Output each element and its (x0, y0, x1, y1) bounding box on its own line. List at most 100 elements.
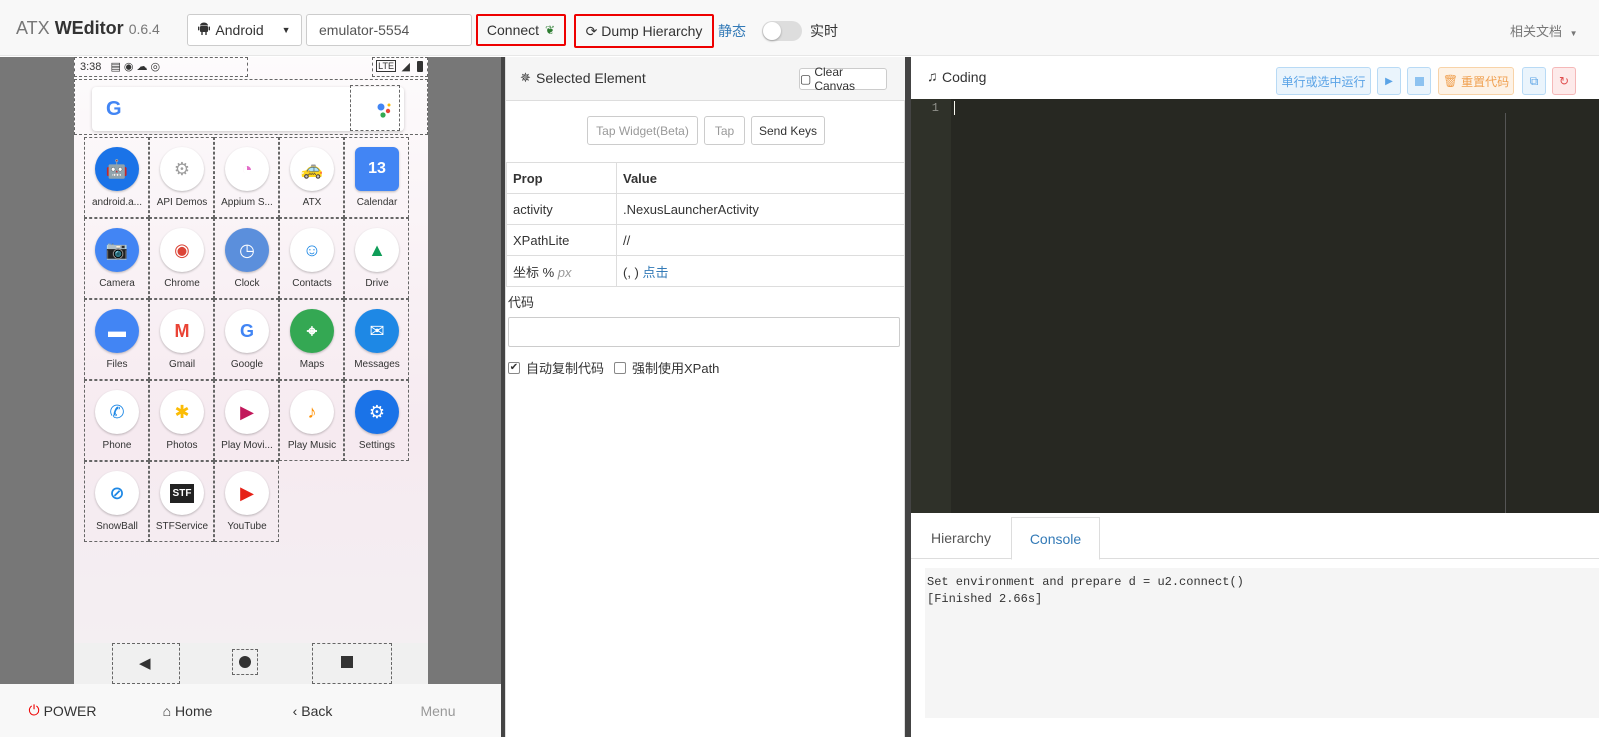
device-serial-input[interactable]: emulator-5554 (306, 14, 472, 46)
app-settings[interactable]: ⚙ Settings (344, 380, 410, 463)
nav-back-icon[interactable]: ◀ (139, 654, 151, 672)
app-messages[interactable]: ✉ Messages (344, 299, 410, 382)
app-label: API Demos (156, 197, 208, 208)
dump-hierarchy-button[interactable]: ⟳ Dump Hierarchy (578, 18, 710, 44)
app-play-movi[interactable]: ▶ Play Movi... (214, 380, 280, 463)
app-maps[interactable]: ⌖ Maps (279, 299, 345, 382)
docs-label: 相关文档 (1510, 24, 1563, 39)
run-selected-button[interactable]: 单行或选中运行 (1276, 67, 1371, 95)
android-icon: 🤖 (95, 147, 139, 191)
app-gmail[interactable]: M Gmail (149, 299, 215, 382)
clear-canvas-button[interactable]: ▢ Clear Canvas (799, 65, 887, 93)
brand-prefix: ATX (16, 18, 50, 38)
app-camera[interactable]: 📷 Camera (84, 218, 150, 301)
app-phone[interactable]: ✆ Phone (84, 380, 150, 463)
app-label: Maps (299, 359, 325, 370)
copy-button[interactable]: ⧉ (1522, 67, 1546, 95)
app-atx[interactable]: 🚕 ATX (279, 137, 345, 220)
editor-gutter: 1 (911, 99, 951, 513)
tab-hierarchy[interactable]: Hierarchy (911, 517, 1011, 559)
google-icon: G (225, 309, 269, 353)
device-screen[interactable]: 3:38 ▤◉☁◎ LTE ◢ G 🤖 android.a... ⚙ API Demo… (74, 57, 428, 684)
app-play-music[interactable]: ♪ Play Music (279, 380, 345, 463)
home-label: Home (175, 702, 213, 719)
phone-nav-bar: ◀ (74, 643, 428, 684)
prop-column-header: Prop (506, 162, 617, 194)
app-label: Files (106, 359, 128, 370)
auto-copy-option[interactable]: ✔ 自动复制代码 (508, 358, 604, 377)
brand-name: WEditor (54, 18, 124, 38)
app-youtube[interactable]: ▶ YouTube (214, 461, 280, 544)
prop-cell: XPathLite (506, 224, 617, 256)
taxi-icon: 🚕 (290, 147, 334, 191)
static-mode-label[interactable]: 静态 (718, 21, 746, 41)
tap-widget-button[interactable]: Tap Widget(Beta) (587, 116, 698, 145)
coding-title: Coding (942, 69, 987, 85)
app-chrome[interactable]: ◉ Chrome (149, 218, 215, 301)
snowball-icon: ⊘ (95, 471, 139, 515)
stop-button[interactable] (1407, 67, 1431, 95)
app-label: YouTube (227, 521, 267, 532)
stop-icon (1414, 76, 1424, 86)
table-row: activity .NexusLauncherActivity (506, 193, 905, 225)
reset-code-button[interactable]: 🗑 重置代码 (1438, 67, 1514, 95)
power-button[interactable]: ⏻ POWER (0, 684, 125, 737)
app-google[interactable]: G Google (214, 299, 280, 382)
copy-icon: ⧉ (1529, 73, 1539, 88)
app-calendar[interactable]: 13 Calendar (344, 137, 410, 220)
app-snowball[interactable]: ⊘ SnowBall (84, 461, 150, 544)
realtime-toggle[interactable] (762, 21, 802, 41)
app-label: Camera (99, 278, 135, 289)
connected-leaf-icon: ❦ (545, 23, 556, 37)
code-editor[interactable]: 1 (911, 99, 1599, 513)
table-header-row: Prop Value (506, 162, 905, 194)
coord-unit-toggle[interactable]: px (558, 265, 572, 280)
power-icon: ⏻ (28, 702, 40, 718)
play-movies-icon: ▶ (225, 390, 269, 434)
play-icon: ▶ (1385, 75, 1393, 87)
settings-icon: ⚙ (355, 390, 399, 434)
home-button[interactable]: ⌂ Home (125, 684, 250, 737)
app-label: Messages (354, 359, 400, 370)
table-row: XPathLite // (506, 224, 905, 256)
app-api-demos[interactable]: ⚙ API Demos (149, 137, 215, 220)
menu-button[interactable]: Menu (375, 684, 501, 737)
app-appium-s[interactable]: ◔ Appium S... (214, 137, 280, 220)
value-cell: // (616, 224, 905, 256)
chevron-left-icon: ‹ (292, 702, 298, 719)
caret-down-icon: ▼ (281, 25, 291, 35)
youtube-icon: ▶ (225, 471, 269, 515)
play-button[interactable]: ▶ (1377, 67, 1401, 95)
print-margin (1505, 113, 1506, 513)
selected-element-title: Selected Element (536, 70, 646, 86)
clock-icon: ◷ (225, 228, 269, 272)
code-input[interactable] (508, 317, 900, 347)
app-stfservice[interactable]: STF STFService (149, 461, 215, 544)
realtime-mode-label: 实时 (810, 23, 838, 39)
app-label: Google (230, 359, 264, 370)
trash-icon: 🗑 (1442, 74, 1459, 88)
docs-dropdown[interactable]: 相关文档 ▼ (1510, 21, 1578, 40)
tap-button[interactable]: Tap (704, 116, 745, 145)
force-xpath-option[interactable]: 强制使用XPath (614, 358, 719, 377)
app-photos[interactable]: ✱ Photos (149, 380, 215, 463)
checkbox-checked-icon[interactable]: ✔ (508, 361, 520, 374)
tab-console[interactable]: Console (1011, 517, 1100, 560)
app-android-a[interactable]: 🤖 android.a... (84, 137, 150, 220)
checkbox-unchecked-icon[interactable] (614, 361, 626, 374)
app-clock[interactable]: ◷ Clock (214, 218, 280, 301)
coord-click-link[interactable]: 点击 (643, 265, 669, 280)
top-navbar: ATX WEditor 0.6.4 Android ▼ emulator-555… (0, 0, 1599, 56)
app-drive[interactable]: ▲ Drive (344, 218, 410, 301)
device-control-bar: ⏻ POWER ⌂ Home ‹ Back Menu (0, 684, 501, 737)
send-keys-button[interactable]: Send Keys (751, 116, 825, 145)
maps-icon: ⌖ (290, 309, 334, 353)
connect-button[interactable]: Connect ❦ (480, 18, 562, 42)
restart-button[interactable]: ↻ (1552, 67, 1576, 95)
platform-select[interactable]: Android ▼ (187, 14, 302, 46)
nav-recents-icon[interactable] (341, 656, 353, 668)
app-files[interactable]: ▬ Files (84, 299, 150, 382)
back-button[interactable]: ‹ Back (250, 684, 375, 737)
app-contacts[interactable]: ☺ Contacts (279, 218, 345, 301)
table-row: 坐标 % px (, ) 点击 (506, 255, 905, 287)
